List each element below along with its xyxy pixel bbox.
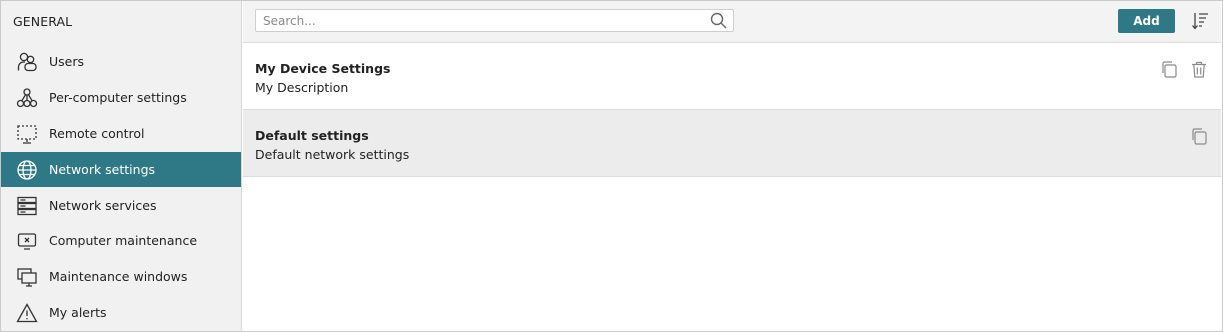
sidebar-item-maintenance-windows[interactable]: Maintenance windows bbox=[1, 259, 241, 294]
sidebar-item-users[interactable]: Users bbox=[1, 44, 241, 79]
copy-icon[interactable] bbox=[1190, 127, 1208, 146]
sidebar-item-network-services[interactable]: Network services bbox=[1, 188, 241, 223]
sidebar: GENERAL Users Per-computer settings Remo… bbox=[1, 1, 242, 331]
list-item[interactable]: My Device Settings My Description bbox=[243, 43, 1221, 110]
warning-icon bbox=[15, 301, 39, 325]
trash-icon[interactable] bbox=[1190, 60, 1208, 79]
users-icon bbox=[15, 50, 39, 74]
sidebar-item-label: Users bbox=[49, 54, 85, 69]
item-title: Default settings bbox=[255, 128, 369, 143]
remote-screen-icon bbox=[15, 122, 39, 146]
item-title: My Device Settings bbox=[255, 61, 391, 76]
sidebar-item-label: Computer maintenance bbox=[49, 233, 198, 248]
sidebar-item-label: Remote control bbox=[49, 126, 145, 141]
sidebar-item-label: Maintenance windows bbox=[49, 269, 188, 284]
globe-icon bbox=[15, 158, 39, 182]
item-description: Default network settings bbox=[255, 147, 410, 162]
sidebar-item-network-settings[interactable]: Network settings bbox=[1, 152, 241, 187]
search-input[interactable] bbox=[256, 10, 696, 31]
main-panel: Add My Device Settings My Description De… bbox=[243, 1, 1221, 331]
item-description: My Description bbox=[255, 80, 349, 95]
search-box bbox=[255, 9, 734, 32]
sidebar-item-label: Network settings bbox=[49, 162, 156, 177]
sort-icon[interactable] bbox=[1191, 11, 1209, 31]
sidebar-item-per-computer-settings[interactable]: Per-computer settings bbox=[1, 80, 241, 115]
toolbar: Add bbox=[243, 1, 1221, 43]
monitor-x-icon bbox=[15, 229, 39, 253]
sidebar-item-label: Network services bbox=[49, 198, 157, 213]
search-icon[interactable] bbox=[710, 12, 727, 29]
server-stack-icon bbox=[15, 194, 39, 218]
add-button[interactable]: Add bbox=[1118, 9, 1175, 33]
sidebar-item-label: Per-computer settings bbox=[49, 90, 187, 105]
network-nodes-icon bbox=[15, 86, 39, 110]
sidebar-heading: GENERAL bbox=[13, 14, 73, 29]
copy-icon[interactable] bbox=[1160, 60, 1178, 79]
sidebar-item-label: My alerts bbox=[49, 305, 107, 320]
sidebar-item-computer-maintenance[interactable]: Computer maintenance bbox=[1, 223, 241, 258]
list-item[interactable]: Default settings Default network setting… bbox=[243, 110, 1221, 177]
windows-stack-icon bbox=[15, 265, 39, 289]
sidebar-item-my-alerts[interactable]: My alerts bbox=[1, 295, 241, 330]
sidebar-item-remote-control[interactable]: Remote control bbox=[1, 116, 241, 151]
